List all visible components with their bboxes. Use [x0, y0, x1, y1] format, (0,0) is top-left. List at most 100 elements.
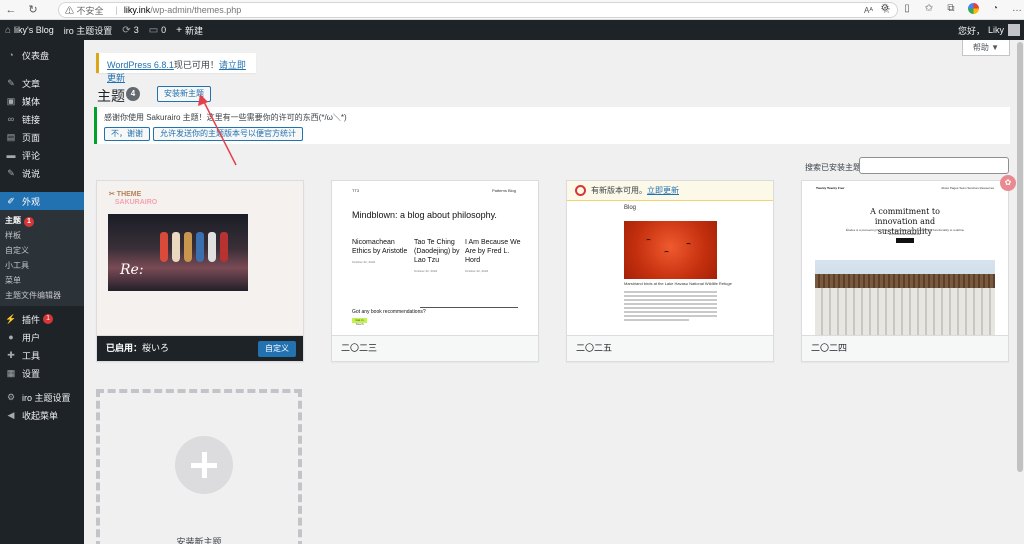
page-title: 主题 [97, 88, 125, 104]
sidebar-item-shuoshuo[interactable]: ✎ 说说 [0, 164, 84, 182]
gear-icon: ⚙ [6, 391, 16, 402]
submenu-menus[interactable]: 菜单 [0, 273, 84, 288]
sidebar-item-plugins[interactable]: ⚡ 插件 1 [0, 310, 84, 328]
theme-count-badge: 4 [126, 87, 140, 101]
link-icon: ∞ [7, 114, 15, 124]
dashboard-icon: ◔ [8, 50, 14, 60]
more-icon[interactable]: … [1010, 2, 1024, 16]
sidebar-item-collapse[interactable]: ◀ 收起菜单 [0, 406, 84, 424]
refresh-icon[interactable]: ↻ [24, 3, 42, 16]
sidebar-item-tools[interactable]: ✚ 工具 [0, 346, 84, 364]
sidebar-item-settings[interactable]: ▦ 设置 [0, 364, 84, 382]
brush-icon: ✐ [7, 195, 15, 206]
admin-bar: ⌂ liky's Blog iro 主题设置 ⟳ 3 ▭ 0 + 新建 您好， Liky [0, 20, 1024, 40]
favorites-bar-icon[interactable]: ✩ [922, 2, 936, 16]
sakurairo-logo: ✂ THEME SAKURAIRO [109, 191, 158, 206]
pin-icon: ✎ [7, 77, 15, 88]
theme-preview-image: Re: [108, 214, 248, 291]
theme-name: 桜いろ [142, 343, 170, 353]
submenu-theme-editor[interactable]: 主题文件编辑器 [0, 288, 84, 303]
search-themes-input[interactable] [859, 157, 1009, 174]
themes-update-count: 1 [24, 217, 34, 227]
theme-screenshot: TT3 Patterns Blog Mindblown: a blog abou… [332, 181, 538, 336]
theme-card-2025[interactable]: Blog Marshland birds at the Lake Havasu … [566, 180, 774, 362]
allow-stats-button[interactable]: 允许发送你的主题版本号以便官方统计 [153, 127, 303, 141]
wordpress-version-link[interactable]: WordPress 6.8.1 [107, 60, 174, 70]
comment-icon: ▭ [148, 24, 159, 36]
sakurairo-notice: 感谢你使用 Sakurairo 主题！这里有一些需要你的许可的东西(*/ω＼*)… [94, 107, 1010, 144]
profile-icon[interactable] [966, 2, 980, 16]
url-path: /wp-admin/themes.php [150, 5, 242, 15]
submenu-customize[interactable]: 自定义 [0, 243, 84, 258]
plugins-update-count: 1 [43, 314, 54, 324]
scrollbar[interactable] [1016, 40, 1024, 544]
decline-button[interactable]: 不，谢谢 [104, 127, 150, 141]
comment-icon: ▬ [6, 150, 16, 160]
submenu-patterns[interactable]: 样板 [0, 228, 84, 243]
add-new-theme-label: 安装新主题 [176, 537, 222, 544]
read-aloud-icon[interactable]: Aᴬ [864, 6, 873, 15]
add-new-theme-button[interactable]: 安装新主题 [157, 86, 211, 102]
sidebar-item-appearance[interactable]: ✐ 外观 [0, 192, 84, 210]
add-new-theme-card[interactable]: 安装新主题 [96, 389, 302, 544]
extensions-icon[interactable]: ⚙ [878, 2, 892, 16]
sidebar-item-links[interactable]: ∞ 链接 [0, 110, 84, 128]
collections-icon[interactable]: ⧉ [944, 2, 958, 16]
theme-card-2023[interactable]: TT3 Patterns Blog Mindblown: a blog abou… [331, 180, 539, 362]
split-screen-icon[interactable]: ▯ [900, 2, 914, 16]
search-themes-label: 搜索已安装主题 [805, 163, 861, 172]
sidebar-item-comments[interactable]: ▬ 评论 [0, 146, 84, 164]
theme-preview-image [624, 221, 717, 279]
core-update-notice: WordPress 6.8.1现已可用！请立即更新 [96, 53, 256, 83]
address-bar[interactable]: ⚠ 不安全 | liky.ink/wp-admin/themes.php Aᴬ … [58, 2, 898, 18]
theme-name: 二〇二三 [332, 335, 538, 361]
main-content: 帮助 ▼ WordPress 6.8.1现已可用！请立即更新 主题 4 安装新主… [84, 40, 1024, 544]
user-icon: ● [8, 332, 14, 342]
theme-screenshot: Twenty Twenty Four About Pages Team Serv… [802, 181, 1008, 336]
copilot-icon[interactable]: ◔ [988, 2, 1002, 16]
theme-update-notice: 有新版本可用。立即更新 [567, 181, 773, 201]
scrollbar-thumb[interactable] [1017, 42, 1023, 472]
admin-bar-iro-settings[interactable]: iro 主题设置 [59, 20, 118, 40]
theme-preview-image [815, 260, 995, 336]
browser-toolbar: ← ↻ ⚠ 不安全 | liky.ink/wp-admin/themes.php… [0, 0, 1024, 20]
admin-bar-site[interactable]: ⌂ liky's Blog [0, 20, 59, 40]
help-tab-button[interactable]: 帮助 ▼ [961, 40, 1010, 56]
theme-screenshot: ✂ THEME SAKURAIRO Re: [97, 181, 303, 336]
admin-bar-account[interactable]: 您好， Liky [958, 20, 1020, 40]
security-warning[interactable]: ⚠ 不安全 [65, 4, 104, 17]
submenu-themes[interactable]: 主题 1 [0, 213, 84, 228]
admin-bar-comments[interactable]: ▭ 0 [144, 20, 171, 40]
media-icon: ▣ [6, 95, 16, 106]
sidebar-item-iro-settings[interactable]: ⚙ iro 主题设置 [0, 388, 84, 406]
settings-icon: ▦ [6, 367, 16, 378]
back-icon[interactable]: ← [2, 4, 20, 16]
theme-name: 二〇二五 [567, 335, 773, 361]
theme-name: 二〇二四 [802, 335, 1008, 361]
sakurairo-notice-text: 感谢你使用 Sakurairo 主题！这里有一些需要你的许可的东西(*/ω＼*) [104, 113, 347, 122]
collapse-icon: ◀ [7, 409, 15, 420]
theme-card-sakurairo[interactable]: ✂ THEME SAKURAIRO Re: 已启用：桜いろ 自定义 [96, 180, 304, 362]
url-host: liky.ink [123, 5, 151, 15]
theme-screenshot: Blog Marshland birds at the Lake Havasu … [567, 181, 773, 336]
appearance-submenu: 主题 1 样板 自定义 小工具 菜单 主题文件编辑器 [0, 210, 84, 306]
sidebar-item-dashboard[interactable]: ◔ 仪表盘 [0, 46, 84, 64]
sidebar-item-posts[interactable]: ✎ 文章 [0, 74, 84, 92]
admin-bar-new[interactable]: + 新建 [171, 20, 208, 40]
admin-bar-updates[interactable]: ⟳ 3 [117, 20, 143, 40]
admin-sidebar: ◔ 仪表盘 ✎ 文章 ▣ 媒体 ∞ 链接 ▤ 页面 ▬ 评论 ✎ 说说 ✐ 外观 主题 1 样板 … [0, 40, 84, 544]
update-icon [575, 185, 586, 196]
theme-update-now-link[interactable]: 立即更新 [647, 186, 679, 195]
page-icon: ▤ [6, 131, 16, 142]
theme-card-2024[interactable]: Twenty Twenty Four About Pages Team Serv… [801, 180, 1009, 362]
avatar [1008, 24, 1020, 36]
sidebar-item-users[interactable]: ● 用户 [0, 328, 84, 346]
theme-name-bar: 已启用：桜いろ 自定义 [97, 335, 303, 361]
sidebar-item-pages[interactable]: ▤ 页面 [0, 128, 84, 146]
pin-icon: ✎ [7, 167, 15, 178]
sidebar-item-media[interactable]: ▣ 媒体 [0, 92, 84, 110]
submenu-widgets[interactable]: 小工具 [0, 258, 84, 273]
floating-helper-icon[interactable]: ✿ [1000, 175, 1016, 191]
customize-button[interactable]: 自定义 [258, 341, 296, 357]
plugin-icon: ⚡ [5, 313, 17, 324]
